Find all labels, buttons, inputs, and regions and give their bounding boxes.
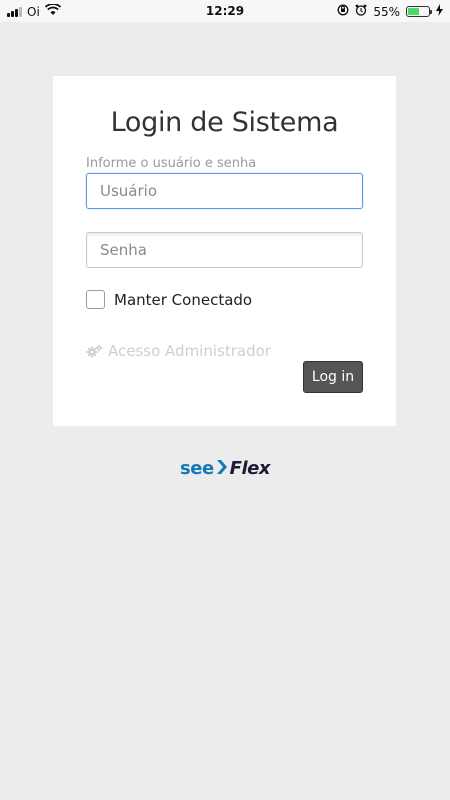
battery-percent: 55% [373, 4, 400, 19]
alarm-icon [355, 4, 367, 19]
admin-access-link[interactable]: Acesso Administrador [86, 342, 271, 360]
password-placeholder: Senha [100, 241, 147, 259]
brand-flex: Flex [229, 458, 271, 479]
status-bar: Oi 12:29 55% [0, 0, 450, 22]
carrier-label: Oi [27, 4, 40, 19]
admin-access-label: Acesso Administrador [108, 342, 271, 360]
login-button[interactable]: Log in [303, 361, 363, 393]
brand-arrow-icon [216, 459, 228, 478]
page-title: Login de Sistema [110, 107, 339, 138]
signal-icon [7, 6, 22, 17]
password-input[interactable]: Senha [86, 232, 363, 268]
rotation-lock-icon [337, 4, 349, 19]
remember-label: Manter Conectado [114, 290, 253, 309]
brand-see: see [180, 458, 214, 479]
remember-checkbox[interactable] [86, 290, 105, 309]
status-left: Oi [7, 3, 61, 19]
gears-icon [86, 344, 103, 359]
login-card: Login de Sistema Informe o usuário e sen… [53, 76, 396, 426]
brand-logo: see Flex [0, 458, 450, 479]
username-placeholder: Usuário [100, 182, 158, 200]
username-input[interactable]: Usuário [86, 173, 363, 209]
battery-icon [406, 6, 432, 17]
remember-me[interactable]: Manter Conectado [86, 290, 252, 309]
status-right: 55% [337, 4, 443, 19]
wifi-icon [44, 3, 61, 19]
charging-icon [436, 4, 443, 19]
helper-text: Informe o usuário e senha [86, 156, 257, 171]
